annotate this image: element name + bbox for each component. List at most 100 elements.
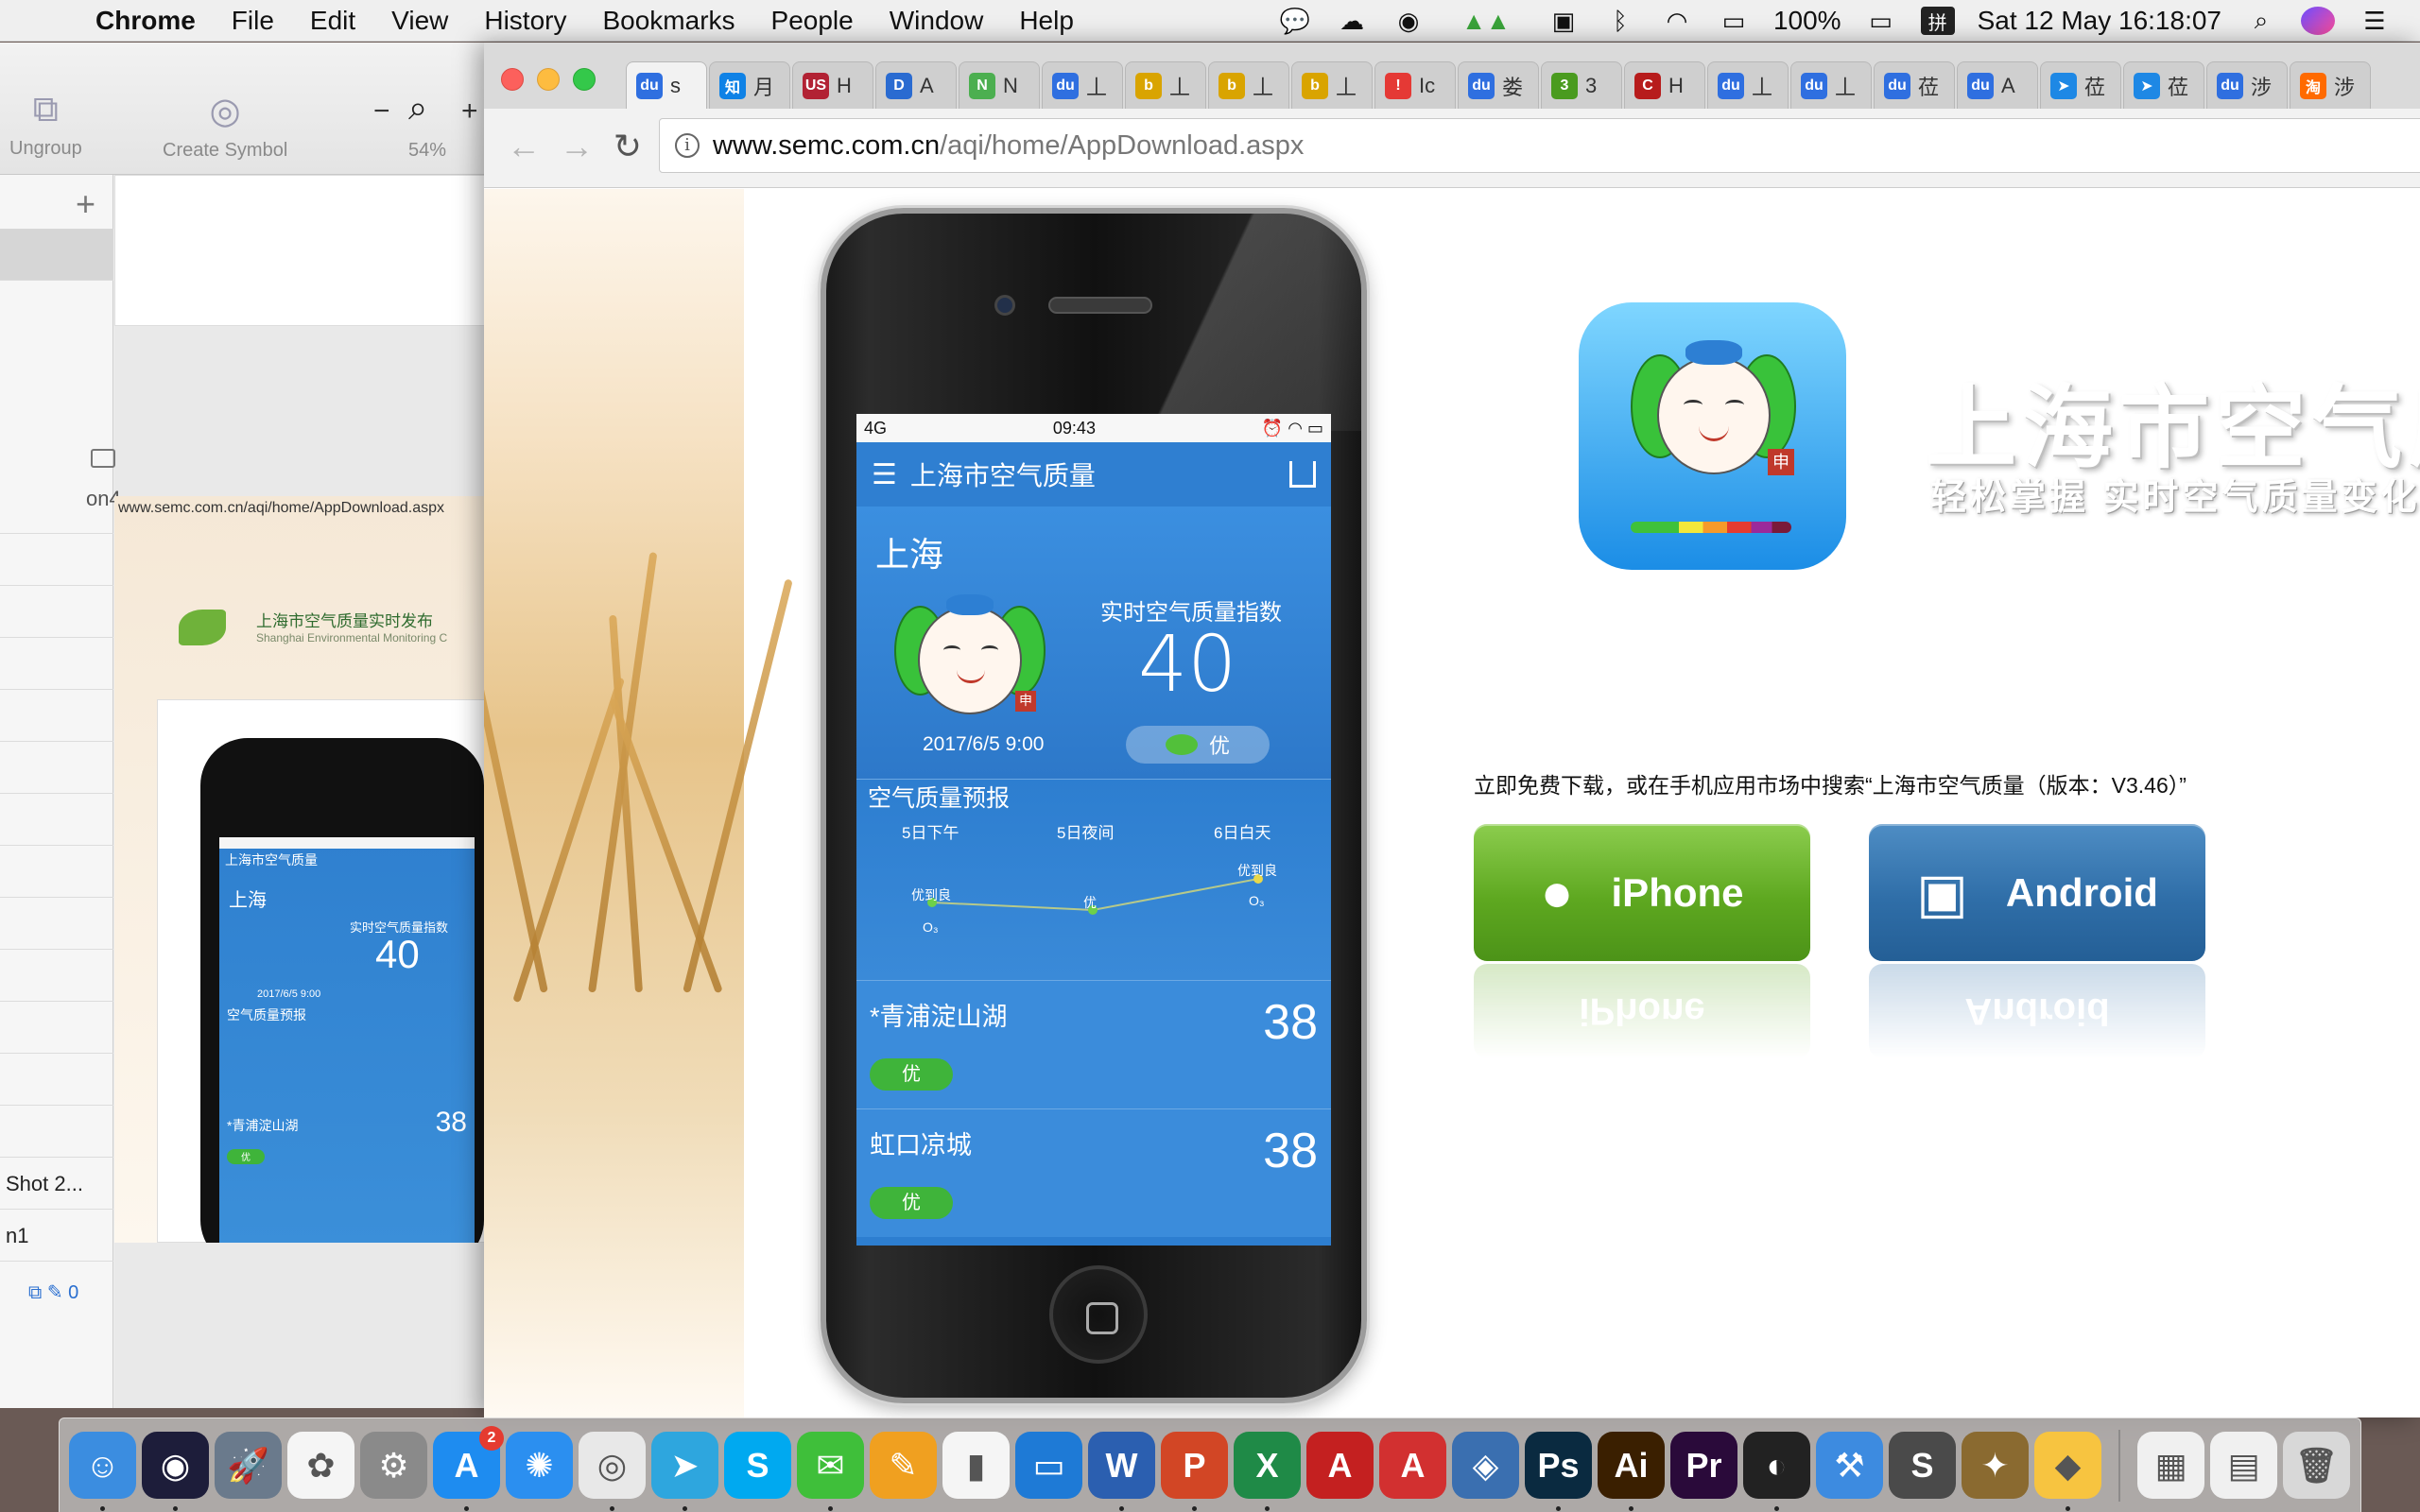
trash-icon[interactable]: 🗑 [2283,1432,2350,1499]
menu-view[interactable]: View [373,6,466,36]
artboard-screenshot[interactable]: www.semc.com.cn/aqi/home/AppDownload.asp… [114,496,493,1243]
input-method-icon[interactable]: 拼 [1920,7,1955,35]
xcode-icon[interactable]: ⚒ [1816,1432,1883,1499]
station-row[interactable]: *青浦淀山湖 38 优 [856,980,1331,1108]
layer-row-n1[interactable]: n1 [0,1210,113,1262]
browser-tab[interactable]: ! Ic [1374,61,1456,109]
android-download-button[interactable]: ▣ Android [1869,824,2205,961]
powerpoint-icon[interactable]: P [1161,1432,1228,1511]
layer-row[interactable] [0,898,113,950]
browser-tab[interactable]: NN [959,61,1040,109]
layer-row[interactable] [0,690,113,742]
logic-icon[interactable]: ◐ [1743,1432,1810,1511]
add-page-icon[interactable]: + [76,184,95,224]
premiere-icon[interactable]: Pr [1670,1432,1737,1499]
menu-window[interactable]: Window [872,6,1002,36]
menu-help[interactable]: Help [1001,6,1092,36]
browser-tab[interactable]: CH [1624,61,1705,109]
browser-tab[interactable]: du 娄 [1458,61,1539,109]
menu-history[interactable]: History [466,6,584,36]
browser-tab[interactable]: US H [792,61,873,109]
battery-icon[interactable]: ▭ [1864,7,1898,35]
layer-row[interactable] [0,846,113,898]
wechat-icon[interactable]: ✉ [797,1432,864,1511]
spotlight-search-icon[interactable]: ⌕ [2244,6,2278,35]
zoom-in-button[interactable]: + [461,95,478,128]
layer-row[interactable] [0,1106,113,1158]
numbers-icon[interactable]: ▮ [942,1432,1010,1499]
share-icon[interactable] [1289,461,1316,488]
autocad-ws-icon[interactable]: A [1379,1432,1446,1499]
browser-tab[interactable]: 知月 [709,61,790,109]
browser-tab[interactable]: b丄 [1291,61,1373,109]
menu-edit[interactable]: Edit [292,6,373,36]
layer-row[interactable] [0,742,113,794]
close-window-button[interactable] [501,68,524,91]
browser-tab[interactable]: du 丄 [1707,61,1789,109]
photoshop-icon[interactable]: Ps [1525,1432,1592,1511]
menu-app-name[interactable]: Chrome [78,6,214,36]
menu-bookmarks[interactable]: Bookmarks [584,6,752,36]
station-row[interactable]: 虹口凉城 38 优 [856,1108,1331,1237]
layer-row[interactable] [0,1054,113,1106]
zoom-out-button[interactable]: − [373,95,390,128]
minimize-window-button[interactable] [537,68,560,91]
chrome-icon[interactable]: ◎ [579,1432,646,1511]
artboard[interactable] [114,175,493,326]
telegram-icon[interactable]: ➤ [651,1432,718,1511]
browser-tab[interactable]: du A [1957,61,2038,109]
layer-row[interactable] [0,1002,113,1054]
launchpad-icon[interactable]: 🚀 [215,1432,282,1499]
siri-icon[interactable]: ◉ [142,1432,209,1511]
layer-row[interactable] [0,950,113,1002]
create-symbol-button[interactable]: ◎ Create Symbol [163,90,287,162]
cloud-status-icon[interactable]: ☁ [1335,7,1369,35]
zoom-icon[interactable]: ⌕ [408,88,427,129]
wechat-status-icon[interactable]: 💬 [1278,7,1312,35]
forward-button[interactable]: → [556,126,597,167]
display-status-icon[interactable]: ▣ [1547,7,1581,35]
keynote-icon[interactable]: ▭ [1015,1432,1082,1499]
page-row-selected[interactable] [0,229,113,281]
system-preferences-icon[interactable]: ⚙ [360,1432,427,1499]
documents-stack-icon[interactable]: ▤ [2210,1432,2277,1499]
address-bar[interactable]: i www.semc.com.cn/aqi/home/AppDownload.a… [659,118,2420,173]
iphone-download-button[interactable]: ● iPhone [1474,824,1810,961]
browser-tab[interactable]: 33 [1541,61,1622,109]
browser-tab[interactable]: DA [875,61,957,109]
hamburger-menu-icon[interactable]: ☰ [872,458,897,491]
siri-menubar-icon[interactable] [2301,7,2335,35]
layer-row-shot[interactable]: Shot 2... [0,1158,113,1210]
browser-tab[interactable]: du 丄 [1042,61,1123,109]
browser-tab[interactable]: du 丄 [1790,61,1872,109]
site-info-icon[interactable]: i [675,133,700,158]
back-button[interactable]: ← [503,126,544,167]
layer-row[interactable] [0,586,113,638]
sublime-icon[interactable]: S [1889,1432,1956,1499]
notification-center-icon[interactable]: ☰ [2358,7,2392,35]
browser-tab[interactable]: du 莅 [1874,61,1955,109]
safari-icon[interactable]: ✺ [506,1432,573,1499]
clock[interactable]: Sat 12 May 16:18:07 [1978,6,2221,36]
layer-row[interactable] [0,794,113,846]
browser-tab[interactable]: ➤ 莅 [2040,61,2121,109]
browser-tab[interactable]: du 涉 [2206,61,2288,109]
zoom-window-button[interactable] [573,68,596,91]
browser-tab[interactable]: ➤ 莅 [2123,61,2204,109]
browser-tab[interactable]: b丄 [1208,61,1289,109]
finder-icon[interactable]: ☺ [69,1432,136,1511]
wifi-icon[interactable]: ◠ [1660,7,1694,35]
airplay-icon[interactable]: ▭ [1717,7,1751,35]
bluetooth-icon[interactable]: ᛒ [1603,7,1637,35]
skype-icon[interactable]: S [724,1432,791,1499]
eye-status-icon[interactable]: ◉ [1392,7,1426,35]
menu-people[interactable]: People [753,6,872,36]
ungroup-button[interactable]: ⧉ Ungroup [9,90,82,160]
illustrator-icon[interactable]: Ai [1598,1432,1665,1511]
hearthstone-icon[interactable]: ✦ [1962,1432,2029,1499]
excel-icon[interactable]: X [1234,1432,1301,1511]
aperture-icon[interactable]: ◈ [1452,1432,1519,1499]
autocad-icon[interactable]: A [1306,1432,1374,1499]
pages-icon[interactable]: ✎ [870,1432,937,1499]
word-icon[interactable]: W [1088,1432,1155,1511]
